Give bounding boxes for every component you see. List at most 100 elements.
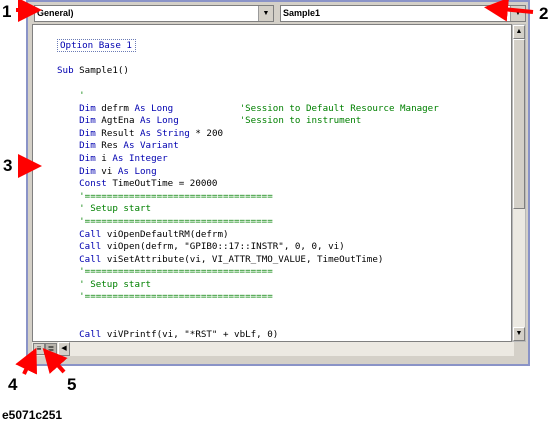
code-line[interactable]: '================================== <box>57 291 439 304</box>
code-comment: 'Session to instrument <box>239 115 362 127</box>
code-text-segment <box>57 229 79 240</box>
code-text-segment <box>57 153 79 164</box>
chevron-down-icon[interactable]: ▼ <box>510 6 525 21</box>
code-comment: '================================== <box>57 291 273 303</box>
code-text-segment: TimeOutTime = 20000 <box>106 178 218 190</box>
code-line[interactable]: ' <box>57 90 439 103</box>
code-line[interactable]: ' Setup start <box>57 279 439 292</box>
callout-label-5: 5 <box>67 375 77 394</box>
code-keyword: Dim <box>79 152 96 164</box>
code-text-segment: Result <box>95 127 141 139</box>
vertical-scrollbar[interactable]: ▲ ▼ <box>512 24 526 342</box>
code-line[interactable]: Dim AgtEna As Long 'Session to instrumen… <box>57 115 439 128</box>
callout-label-3: 3 <box>3 156 13 175</box>
code-text-segment <box>173 103 239 114</box>
code-line[interactable]: '================================== <box>57 266 439 279</box>
code-keyword: Const <box>79 178 107 190</box>
code-text-segment <box>57 128 79 139</box>
code-keyword: Dim <box>79 140 96 152</box>
object-dropdown-value: General) <box>37 8 74 18</box>
code-text-segment <box>57 140 79 151</box>
code-text-segment <box>57 329 79 340</box>
code-line[interactable]: Call viVPrintf(vi, "*RST" + vbLf, 0) <box>57 329 439 341</box>
code-keyword: Call <box>79 253 102 265</box>
code-text-segment: viSetAttribute(vi, VI_ATTR_TMO_VALUE, Ti… <box>101 253 384 265</box>
code-keyword: Dim <box>79 165 96 177</box>
code-text-segment: viOpenDefaultRM(defrm) <box>101 228 229 240</box>
code-line[interactable]: Call viSetAttribute(vi, VI_ATTR_TMO_VALU… <box>57 254 439 267</box>
code-line[interactable]: Dim Res As Variant <box>57 140 439 153</box>
code-line[interactable]: Dim i As Integer <box>57 153 439 166</box>
code-text-segment <box>57 166 79 177</box>
code-keyword: As Integer <box>112 152 168 164</box>
code-keyword: Sub <box>57 64 74 76</box>
code-comment: '================================== <box>57 266 273 278</box>
procedure-dropdown[interactable]: Sample1 ▼ <box>280 5 526 22</box>
code-text-segment: vi <box>95 165 118 177</box>
code-comment: 'Session to Default Resource Manager <box>239 102 439 114</box>
code-text-segment <box>57 241 79 252</box>
size-grip[interactable] <box>514 342 526 356</box>
code-comment: ' Setup start <box>57 278 152 290</box>
code-line[interactable]: Call viOpen(defrm, "GPIB0::17::INSTR", 0… <box>57 241 439 254</box>
code-line[interactable] <box>57 304 439 317</box>
code-text-segment: defrm <box>95 102 135 114</box>
scroll-down-icon[interactable]: ▼ <box>513 327 525 341</box>
code-keyword: Dim <box>79 127 96 139</box>
code-keyword: As Long <box>117 165 157 177</box>
procedure-dropdown-value: Sample1 <box>283 8 321 18</box>
code-editor[interactable]: Option Base 1 Sub Sample1() ' Dim defrm A… <box>32 24 512 342</box>
procedure-view-icon: ≡ <box>36 344 42 353</box>
code-keyword: As Long <box>134 102 174 114</box>
code-text-segment <box>179 115 240 126</box>
code-text-segment: AgtEna <box>95 115 141 127</box>
code-text[interactable]: Option Base 1 Sub Sample1() ' Dim defrm A… <box>57 27 439 341</box>
code-comment: '================================== <box>57 190 273 202</box>
code-line[interactable] <box>57 77 439 90</box>
code-window: General) ▼ Sample1 ▼ Option Base 1 Sub Sa… <box>26 0 530 366</box>
code-keyword: Option Base 1 <box>57 38 136 52</box>
code-line[interactable]: Dim vi As Long <box>57 166 439 179</box>
scroll-left-icon[interactable]: ◀ <box>58 342 70 356</box>
callout-label-4: 4 <box>8 375 18 394</box>
code-line[interactable]: Const TimeOutTime = 20000 <box>57 178 439 191</box>
code-keyword: Call <box>79 241 102 253</box>
code-text-segment <box>57 103 79 114</box>
code-text-segment <box>57 178 79 189</box>
code-line[interactable]: Dim defrm As Long 'Session to Default Re… <box>57 103 439 116</box>
horizontal-scrollbar[interactable] <box>70 343 512 355</box>
full-module-view-icon: ≣ <box>47 344 55 353</box>
code-line[interactable] <box>57 317 439 330</box>
full-module-view-button[interactable]: ≣ <box>45 343 57 355</box>
code-text-segment: viOpen(defrm, "GPIB0::17::INSTR", 0, 0, … <box>101 241 345 253</box>
code-keyword: Call <box>79 329 102 341</box>
code-line[interactable]: Option Base 1 <box>57 38 439 53</box>
code-comment: ' Setup start <box>57 203 152 215</box>
callout-label-1: 1 <box>2 2 12 21</box>
code-text-segment: * 200 <box>189 127 224 139</box>
object-dropdown[interactable]: General) ▼ <box>34 5 274 22</box>
code-comment: ' <box>57 89 85 101</box>
code-line[interactable] <box>57 52 439 65</box>
procedure-view-button[interactable]: ≡ <box>33 343 45 355</box>
code-text-segment: i <box>95 152 113 164</box>
code-text-segment: viVPrintf(vi, "*RST" + vbLf, 0) <box>101 329 279 341</box>
editor-bottom-bar: ≡ ≣ ◀ <box>32 342 526 356</box>
code-line[interactable]: '================================== <box>57 216 439 229</box>
scroll-up-icon[interactable]: ▲ <box>513 25 525 39</box>
code-keyword: Dim <box>79 115 96 127</box>
code-keyword: As Long <box>140 115 179 127</box>
code-line[interactable]: ' Setup start <box>57 203 439 216</box>
code-text-segment: Res <box>95 140 124 152</box>
code-line[interactable]: Sub Sample1() <box>57 65 439 78</box>
code-line[interactable]: Call viOpenDefaultRM(defrm) <box>57 229 439 242</box>
chevron-down-icon[interactable]: ▼ <box>258 6 273 21</box>
code-keyword: As Variant <box>123 140 179 152</box>
code-line[interactable]: '================================== <box>57 191 439 204</box>
code-line[interactable]: Dim Result As String * 200 <box>57 128 439 141</box>
scroll-thumb[interactable] <box>513 39 525 209</box>
code-text-segment: Sample1() <box>73 64 129 76</box>
code-text-segment <box>57 115 79 126</box>
code-line[interactable] <box>57 27 439 40</box>
code-keyword: Dim <box>79 102 96 114</box>
